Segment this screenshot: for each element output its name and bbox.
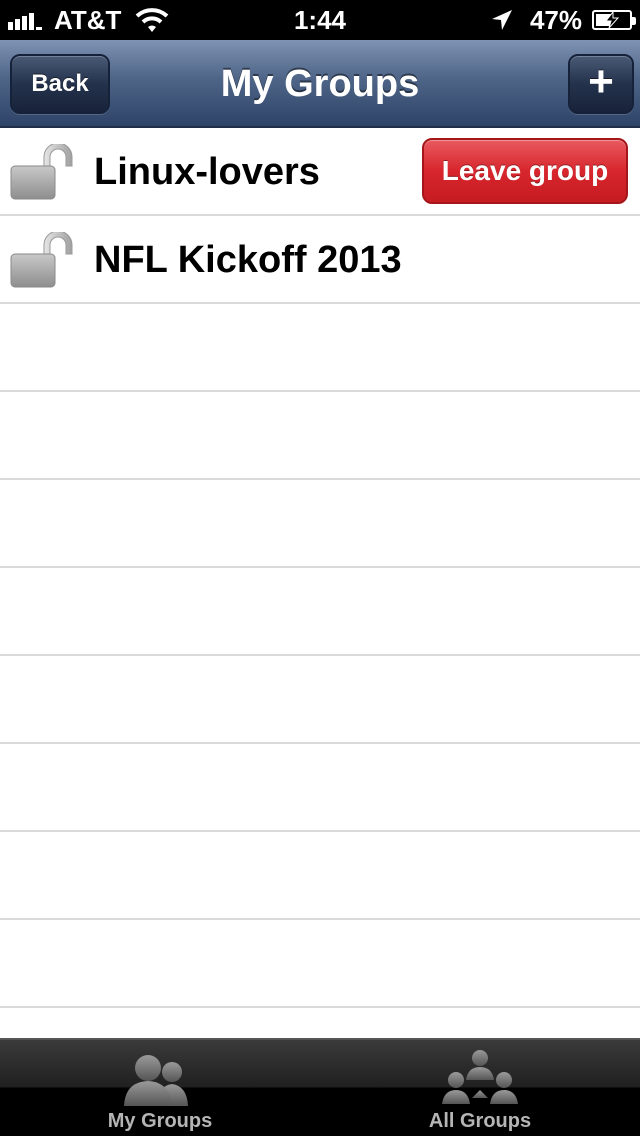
battery-percent: 47%: [529, 4, 582, 35]
groups-list[interactable]: Linux-lovers Leave group NFL Kickoff 201…: [0, 128, 640, 1040]
empty-row: [0, 744, 640, 832]
tab-label: All Groups: [428, 1110, 532, 1132]
empty-row: [0, 1008, 640, 1040]
tab-label: My Groups: [107, 1110, 213, 1132]
tab-all-groups[interactable]: All Groups: [320, 1040, 640, 1136]
tab-bar: My Groups All Groups: [0, 1038, 640, 1136]
unlocked-padlock-icon: [10, 144, 73, 200]
empty-row: [0, 480, 640, 568]
empty-row: [0, 656, 640, 744]
empty-row: [0, 304, 640, 392]
tab-my-groups[interactable]: My Groups: [0, 1040, 320, 1136]
group-name: Linux-lovers: [94, 151, 320, 193]
navigation-bar: My Groups Back +: [0, 40, 640, 128]
status-right: 47%: [490, 0, 636, 40]
unlocked-padlock-icon: [10, 232, 73, 288]
add-group-button[interactable]: +: [568, 54, 634, 114]
group-row[interactable]: Linux-lovers Leave group: [0, 128, 640, 216]
my-groups-icon: [124, 1055, 188, 1106]
plus-icon: +: [588, 57, 614, 106]
empty-row: [0, 392, 640, 480]
empty-row: [0, 920, 640, 1008]
empty-row: [0, 568, 640, 656]
leave-group-button[interactable]: Leave group: [422, 138, 628, 204]
group-name: NFL Kickoff 2013: [94, 239, 402, 281]
status-bar: AT&T 1:44 47%: [0, 0, 640, 40]
battery-charging-icon: [592, 10, 636, 30]
all-groups-icon: [442, 1050, 518, 1104]
location-arrow-icon: [490, 8, 514, 32]
app-screen: AT&T 1:44 47% My Groups Back + Linux-lov…: [0, 0, 640, 1136]
group-row[interactable]: NFL Kickoff 2013: [0, 216, 640, 304]
back-button[interactable]: Back: [10, 54, 110, 114]
empty-row: [0, 832, 640, 920]
